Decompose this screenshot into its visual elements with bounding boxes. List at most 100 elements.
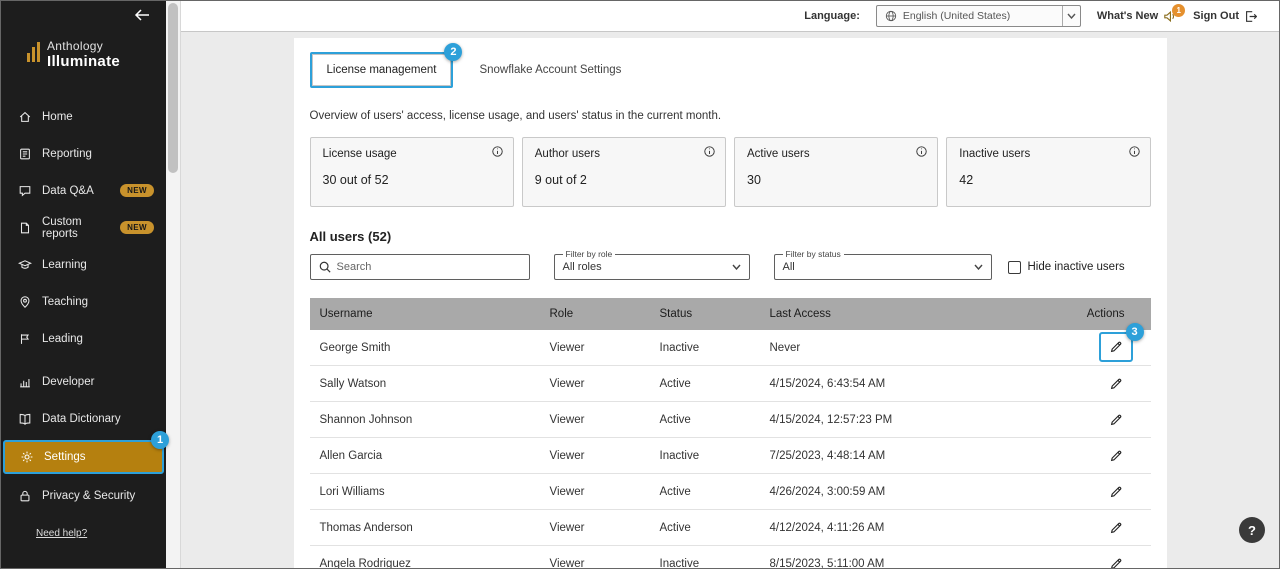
vertical-scrollbar[interactable] (166, 1, 181, 568)
sidebar-item-developer[interactable]: Developer (1, 363, 166, 400)
cell-username: George Smith (310, 342, 540, 354)
edit-user-button[interactable] (1107, 375, 1125, 393)
bar-chart-icon (18, 375, 32, 389)
info-icon[interactable] (916, 146, 927, 157)
sidebar-item-teaching[interactable]: Teaching (1, 283, 166, 320)
cell-role: Viewer (540, 414, 650, 426)
table-row: George Smith Viewer Inactive Never 3 (310, 330, 1151, 366)
sign-out-button[interactable]: Sign Out (1193, 10, 1257, 23)
sidebar-item-settings[interactable]: Settings 1 (3, 440, 164, 474)
home-icon (18, 110, 32, 124)
card-inactive-users: Inactive users 42 (946, 137, 1150, 207)
tabs: License management 2 Snowflake Account S… (310, 52, 1151, 88)
cell-username: Shannon Johnson (310, 414, 540, 426)
annotation-badge-1: 1 (151, 431, 169, 449)
search-input[interactable] (337, 261, 521, 273)
tab-license-management[interactable]: License management (312, 54, 452, 86)
app-logo: Anthology Illuminate (1, 31, 166, 80)
edit-user-button[interactable] (1107, 338, 1125, 356)
card-active-users: Active users 30 (734, 137, 938, 207)
pin-icon (18, 295, 32, 309)
scrollbar-thumb[interactable] (168, 3, 178, 173)
help-button[interactable]: ? (1239, 517, 1265, 543)
cell-last-access: 4/12/2024, 4:11:26 AM (760, 522, 1059, 534)
card-author-users: Author users 9 out of 2 (522, 137, 726, 207)
search-icon (319, 261, 331, 273)
info-icon[interactable] (492, 146, 503, 157)
sidebar: Anthology Illuminate Home Reporting Data… (1, 1, 166, 568)
filters-row: Filter by role All roles Filter by statu… (310, 254, 1151, 280)
cell-last-access: 8/15/2023, 5:11:00 AM (760, 558, 1059, 569)
cell-last-access: 4/26/2024, 3:00:59 AM (760, 486, 1059, 498)
edit-user-button[interactable] (1107, 519, 1125, 537)
chevron-down-icon (1062, 6, 1080, 26)
edit-user-button[interactable] (1107, 555, 1125, 569)
main-area: Language: English (United States) What's… (181, 1, 1279, 568)
info-icon[interactable] (704, 146, 715, 157)
sidebar-item-label: Home (42, 111, 73, 123)
chevron-down-icon (974, 264, 983, 270)
cell-username: Thomas Anderson (310, 522, 540, 534)
cell-status: Active (650, 522, 760, 534)
sidebar-item-label: Privacy & Security (42, 490, 135, 502)
role-filter-select[interactable]: Filter by role All roles (554, 254, 750, 280)
cell-status: Inactive (650, 342, 760, 354)
graduation-icon (18, 258, 32, 272)
need-help-link[interactable]: Need help? (36, 528, 87, 539)
edit-user-button[interactable] (1107, 411, 1125, 429)
back-button[interactable] (134, 9, 150, 24)
hide-inactive-users-checkbox[interactable] (1008, 261, 1021, 274)
sign-out-label: Sign Out (1193, 10, 1239, 22)
hide-inactive-users-control: Hide inactive users (1008, 261, 1125, 274)
cell-role: Viewer (540, 378, 650, 390)
language-value: English (United States) (903, 10, 1010, 22)
sidebar-item-custom-reports[interactable]: Custom reports NEW (1, 209, 166, 246)
brand-name: Anthology (47, 39, 120, 53)
card-label: Author users (535, 148, 713, 160)
cell-role: Viewer (540, 342, 650, 354)
anthology-bars-icon (27, 42, 40, 67)
sidebar-item-label: Settings (44, 451, 86, 463)
table-row: Thomas Anderson Viewer Active 4/12/2024,… (310, 510, 1151, 546)
gear-icon (20, 450, 34, 464)
sidebar-item-privacy-security[interactable]: Privacy & Security (1, 477, 166, 514)
page-description: Overview of users' access, license usage… (310, 110, 1151, 122)
tab-snowflake-account-settings[interactable]: Snowflake Account Settings (479, 64, 621, 76)
sidebar-item-learning[interactable]: Learning (1, 246, 166, 283)
pencil-icon (1109, 449, 1123, 463)
edit-action-highlight: 3 (1099, 332, 1133, 362)
sidebar-item-label: Reporting (42, 148, 92, 160)
edit-user-button[interactable] (1107, 483, 1125, 501)
new-badge: NEW (120, 184, 154, 197)
sidebar-item-leading[interactable]: Leading (1, 320, 166, 357)
product-name: Illuminate (47, 53, 120, 70)
info-icon[interactable] (1129, 146, 1140, 157)
sidebar-item-reporting[interactable]: Reporting (1, 135, 166, 172)
cell-role: Viewer (540, 450, 650, 462)
language-select[interactable]: English (United States) (876, 5, 1081, 27)
hide-inactive-users-label: Hide inactive users (1028, 261, 1125, 273)
status-filter-select[interactable]: Filter by status All (774, 254, 992, 280)
cell-status: Inactive (650, 558, 760, 569)
sidebar-item-home[interactable]: Home (1, 98, 166, 135)
edit-user-button[interactable] (1107, 447, 1125, 465)
sidebar-item-label: Data Q&A (42, 185, 94, 197)
chat-icon (18, 184, 32, 198)
sidebar-item-data-dictionary[interactable]: Data Dictionary (1, 400, 166, 437)
search-box (310, 254, 530, 280)
card-label: License usage (323, 148, 501, 160)
role-filter-label: Filter by role (563, 249, 616, 259)
whats-new-button[interactable]: What's New 1 (1097, 10, 1177, 23)
cell-username: Sally Watson (310, 378, 540, 390)
card-label: Active users (747, 148, 925, 160)
cell-role: Viewer (540, 558, 650, 569)
card-value: 30 out of 52 (323, 173, 501, 187)
pencil-icon (1109, 521, 1123, 535)
sidebar-item-label: Learning (42, 259, 87, 271)
cell-username: Angela Rodriguez (310, 558, 540, 569)
sidebar-item-data-qa[interactable]: Data Q&A NEW (1, 172, 166, 209)
license-panel: License management 2 Snowflake Account S… (294, 38, 1167, 568)
sidebar-nav: Home Reporting Data Q&A NEW Custom repor… (1, 98, 166, 514)
table-row: Allen Garcia Viewer Inactive 7/25/2023, … (310, 438, 1151, 474)
content-area: License management 2 Snowflake Account S… (181, 32, 1279, 568)
